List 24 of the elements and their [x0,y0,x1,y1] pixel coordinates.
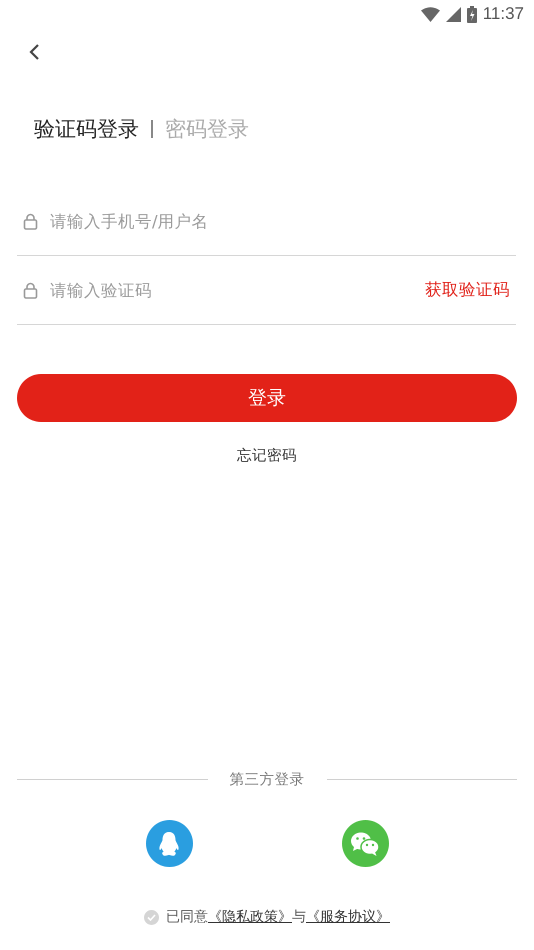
forgot-password-link[interactable]: 忘记密码 [237,446,297,465]
login-tab[interactable]: 验证码登录 [34,115,139,143]
login-button[interactable]: 登录 [17,374,517,422]
battery-icon [466,6,477,22]
penguin-icon [158,830,180,856]
input-field[interactable]: 请输入验证码 [50,276,413,304]
lock-icon [23,282,38,298]
wifi-icon [420,6,440,22]
check-icon [147,914,156,920]
agree-text: 已同意 [166,908,208,926]
agree-text: 与 [292,908,306,926]
lock-icon [23,212,38,230]
get-code-link[interactable]: 获取验证码 [425,279,510,301]
section-title: 第三方登录 [230,770,304,789]
terms-link[interactable]: 《服务协议》 [306,908,390,926]
chat-bubbles-icon [350,830,380,856]
back-icon [28,43,40,61]
input-field[interactable]: 请输入手机号/用户名 [50,208,510,234]
signal-icon [446,6,461,22]
privacy-policy-link[interactable]: 《隐私政策》 [208,908,292,926]
social-login-button[interactable] [342,820,388,867]
clock-time: 11:37 [482,4,524,24]
social-login-button[interactable] [146,820,192,867]
agree-checkbox[interactable] [144,910,159,924]
